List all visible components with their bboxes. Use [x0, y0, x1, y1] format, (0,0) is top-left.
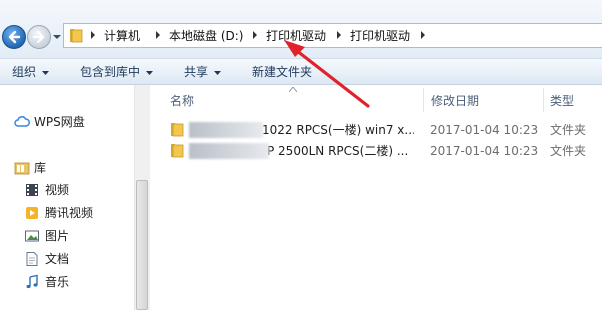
breadcrumb-printer-drivers[interactable]: 打印机驱动 [266, 28, 326, 44]
library-icon [14, 162, 30, 175]
command-toolbar: 组织 包含到库中 共享 新建文件夹 [0, 58, 602, 85]
picture-icon [25, 230, 39, 242]
breadcrumb-printer-drivers-current[interactable]: 打印机驱动 [350, 28, 410, 44]
breadcrumb-separator-icon[interactable] [252, 30, 258, 40]
chevron-down-icon [214, 71, 221, 75]
nav-item-music[interactable]: 音乐 [45, 273, 69, 291]
column-header-type[interactable]: 类型 [550, 92, 574, 110]
column-header-name[interactable]: 名称 [170, 92, 194, 110]
breadcrumb-separator-icon[interactable] [155, 30, 161, 40]
video-icon [26, 184, 38, 196]
breadcrumb-local-disk[interactable]: 本地磁盘 (D:) [169, 28, 243, 44]
nav-item-wps-drive[interactable]: WPS网盘 [34, 113, 85, 131]
include-in-library-button[interactable]: 包含到库中 [80, 65, 140, 80]
file-name: P 2500LN RPCS(二楼) ... [267, 144, 409, 158]
nav-scroll-thumb[interactable] [136, 180, 148, 310]
file-row[interactable]: P 2500LN RPCS(二楼) ... 2017-01-04 10:23 文… [165, 141, 602, 161]
nav-item-tencent-video[interactable]: 腾讯视频 [45, 204, 93, 222]
nav-item-pictures[interactable]: 图片 [45, 227, 69, 245]
document-icon [26, 252, 38, 266]
chevron-down-icon [42, 71, 49, 75]
back-button[interactable] [2, 25, 26, 49]
share-button[interactable]: 共享 [184, 65, 208, 80]
redaction-blur [189, 122, 263, 138]
back-arrow-icon [8, 30, 21, 44]
column-header-modified[interactable]: 修改日期 [431, 92, 479, 110]
file-row[interactable]: 1022 RPCS(一楼) win7 x... 2017-01-04 10:23… [165, 120, 602, 140]
nav-item-videos[interactable]: 视频 [45, 181, 69, 199]
file-name: 1022 RPCS(一楼) win7 x... [262, 123, 414, 137]
organize-button[interactable]: 组织 [12, 65, 36, 80]
breadcrumb-computer[interactable]: 计算机 [104, 28, 140, 44]
column-divider[interactable] [543, 88, 544, 112]
file-type: 文件夹 [550, 144, 587, 158]
navigation-bar: 计算机 本地磁盘 (D:) 打印机驱动 打印机驱动 [0, 0, 602, 58]
recent-pages-dropdown-icon[interactable] [52, 32, 62, 42]
nav-item-documents[interactable]: 文档 [45, 250, 69, 268]
forward-button[interactable] [27, 25, 51, 49]
folder-icon [171, 123, 184, 137]
sort-ascending-icon [289, 87, 297, 92]
nav-item-library[interactable]: 库 [34, 159, 46, 177]
folder-icon [70, 29, 83, 43]
breadcrumb-separator-icon[interactable] [90, 30, 96, 40]
breadcrumb-separator-icon[interactable] [336, 30, 342, 40]
column-divider[interactable] [423, 88, 424, 112]
redaction-blur [189, 143, 269, 159]
chevron-down-icon [146, 71, 153, 75]
file-modified-date: 2017-01-04 10:23 [430, 123, 539, 137]
file-type: 文件夹 [550, 123, 587, 137]
file-modified-date: 2017-01-04 10:23 [430, 144, 539, 158]
music-icon [26, 274, 38, 289]
cloud-icon [14, 116, 30, 127]
tencent-video-icon [26, 207, 38, 219]
folder-icon [171, 144, 184, 158]
breadcrumb-separator-icon[interactable] [420, 30, 426, 40]
address-bar[interactable]: 计算机 本地磁盘 (D:) 打印机驱动 打印机驱动 [63, 23, 602, 48]
new-folder-button[interactable]: 新建文件夹 [252, 65, 312, 80]
forward-arrow-icon [32, 30, 45, 44]
